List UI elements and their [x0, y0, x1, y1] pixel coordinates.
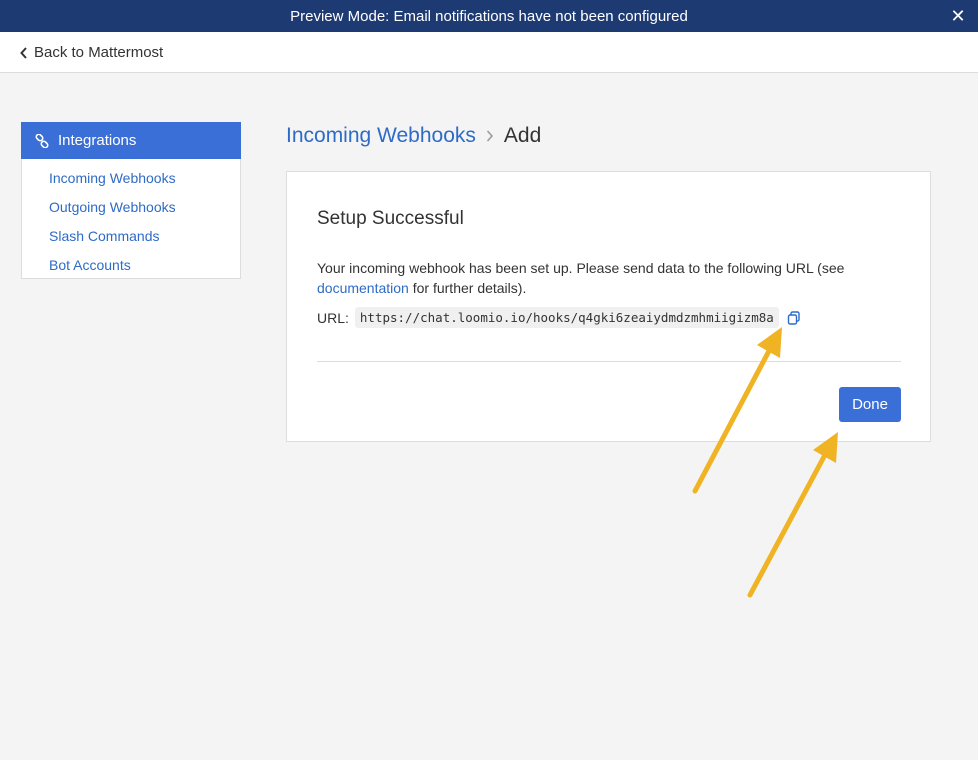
- sidebar-item-slash-commands[interactable]: Slash Commands: [22, 222, 240, 251]
- annotation-arrow-done: [747, 432, 838, 598]
- back-link-label: Back to Mattermost: [34, 44, 164, 61]
- card-description: Your incoming webhook has been set up. P…: [317, 258, 887, 298]
- sidebar-item-outgoing-webhooks[interactable]: Outgoing Webhooks: [22, 193, 240, 222]
- integrations-sidebar: Integrations Incoming Webhooks Outgoing …: [21, 122, 241, 279]
- webhook-url[interactable]: https://chat.loomio.io/hooks/q4gki6zeaiy…: [354, 307, 779, 328]
- sidebar-item-incoming-webhooks[interactable]: Incoming Webhooks: [22, 164, 240, 193]
- link-icon: [35, 133, 49, 148]
- breadcrumb: Incoming Webhooks Add: [286, 124, 541, 148]
- breadcrumb-incoming-webhooks[interactable]: Incoming Webhooks: [286, 124, 476, 148]
- description-text-after: for further details).: [408, 280, 527, 296]
- chevron-right-icon: [486, 130, 493, 142]
- card-divider: [317, 361, 901, 362]
- url-row: URL: https://chat.loomio.io/hooks/q4gki6…: [317, 307, 801, 328]
- breadcrumb-current: Add: [503, 124, 542, 147]
- chevron-left-icon: [20, 46, 27, 59]
- close-icon[interactable]: ✕: [948, 6, 968, 26]
- card-title: Setup Successful: [317, 208, 464, 229]
- sidebar-list: Incoming Webhooks Outgoing Webhooks Slas…: [22, 159, 240, 280]
- back-to-mattermost-link[interactable]: Back to Mattermost: [20, 44, 163, 61]
- notification-banner: Preview Mode: Email notifications have n…: [0, 0, 978, 32]
- sidebar-item-bot-accounts[interactable]: Bot Accounts: [22, 251, 240, 280]
- back-bar: Back to Mattermost: [0, 32, 978, 73]
- documentation-link[interactable]: documentation: [317, 280, 409, 296]
- setup-card: Setup Successful Your incoming webhook h…: [286, 171, 931, 442]
- copy-icon[interactable]: [787, 310, 801, 325]
- sidebar-header[interactable]: Integrations: [21, 122, 241, 159]
- done-button[interactable]: Done: [839, 387, 901, 422]
- sidebar-header-label: Integrations: [58, 132, 137, 149]
- url-label: URL:: [317, 309, 349, 326]
- description-text-before: Your incoming webhook has been set up. P…: [317, 260, 845, 276]
- banner-text: Preview Mode: Email notifications have n…: [290, 7, 688, 25]
